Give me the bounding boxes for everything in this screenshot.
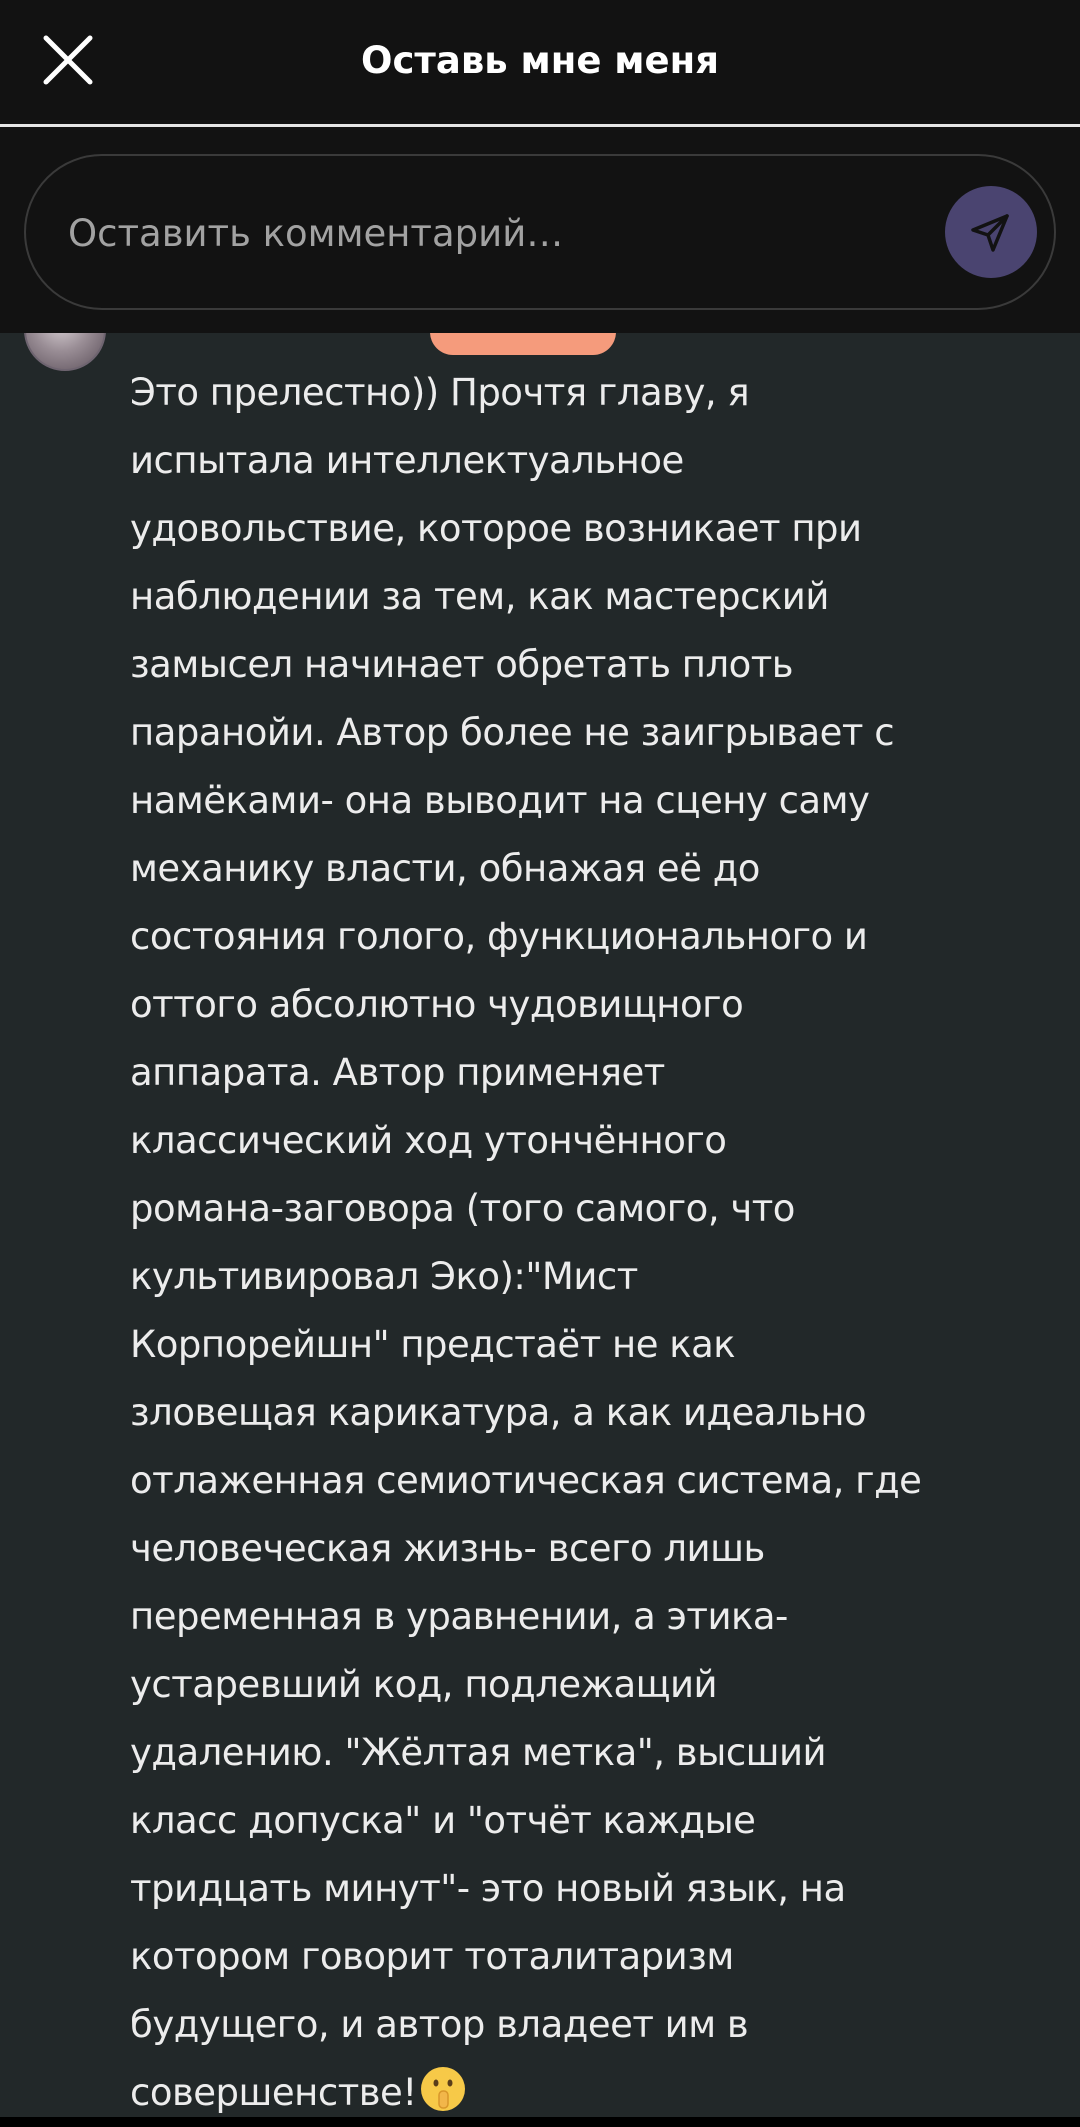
bottom-edge [0,2117,1080,2127]
comment-body: Это прелестно)) Прочтя главу, я испытала… [130,359,950,2117]
avatar[interactable] [24,333,106,371]
top-bar: Оставь мне меня [0,0,1080,127]
comment-input[interactable] [66,202,930,264]
send-icon [971,214,1009,252]
send-button[interactable] [945,186,1037,278]
shushing-face-emoji [419,2065,467,2113]
comment-composer [0,127,1080,333]
author-badge [430,333,616,355]
comment-input-wrapper [24,154,1056,310]
page-title: Оставь мне меня [361,39,719,82]
comment-text: Это прелестно)) Прочтя главу, я испытала… [130,371,922,2114]
comment-thread: Это прелестно)) Прочтя главу, я испытала… [0,333,1080,2117]
